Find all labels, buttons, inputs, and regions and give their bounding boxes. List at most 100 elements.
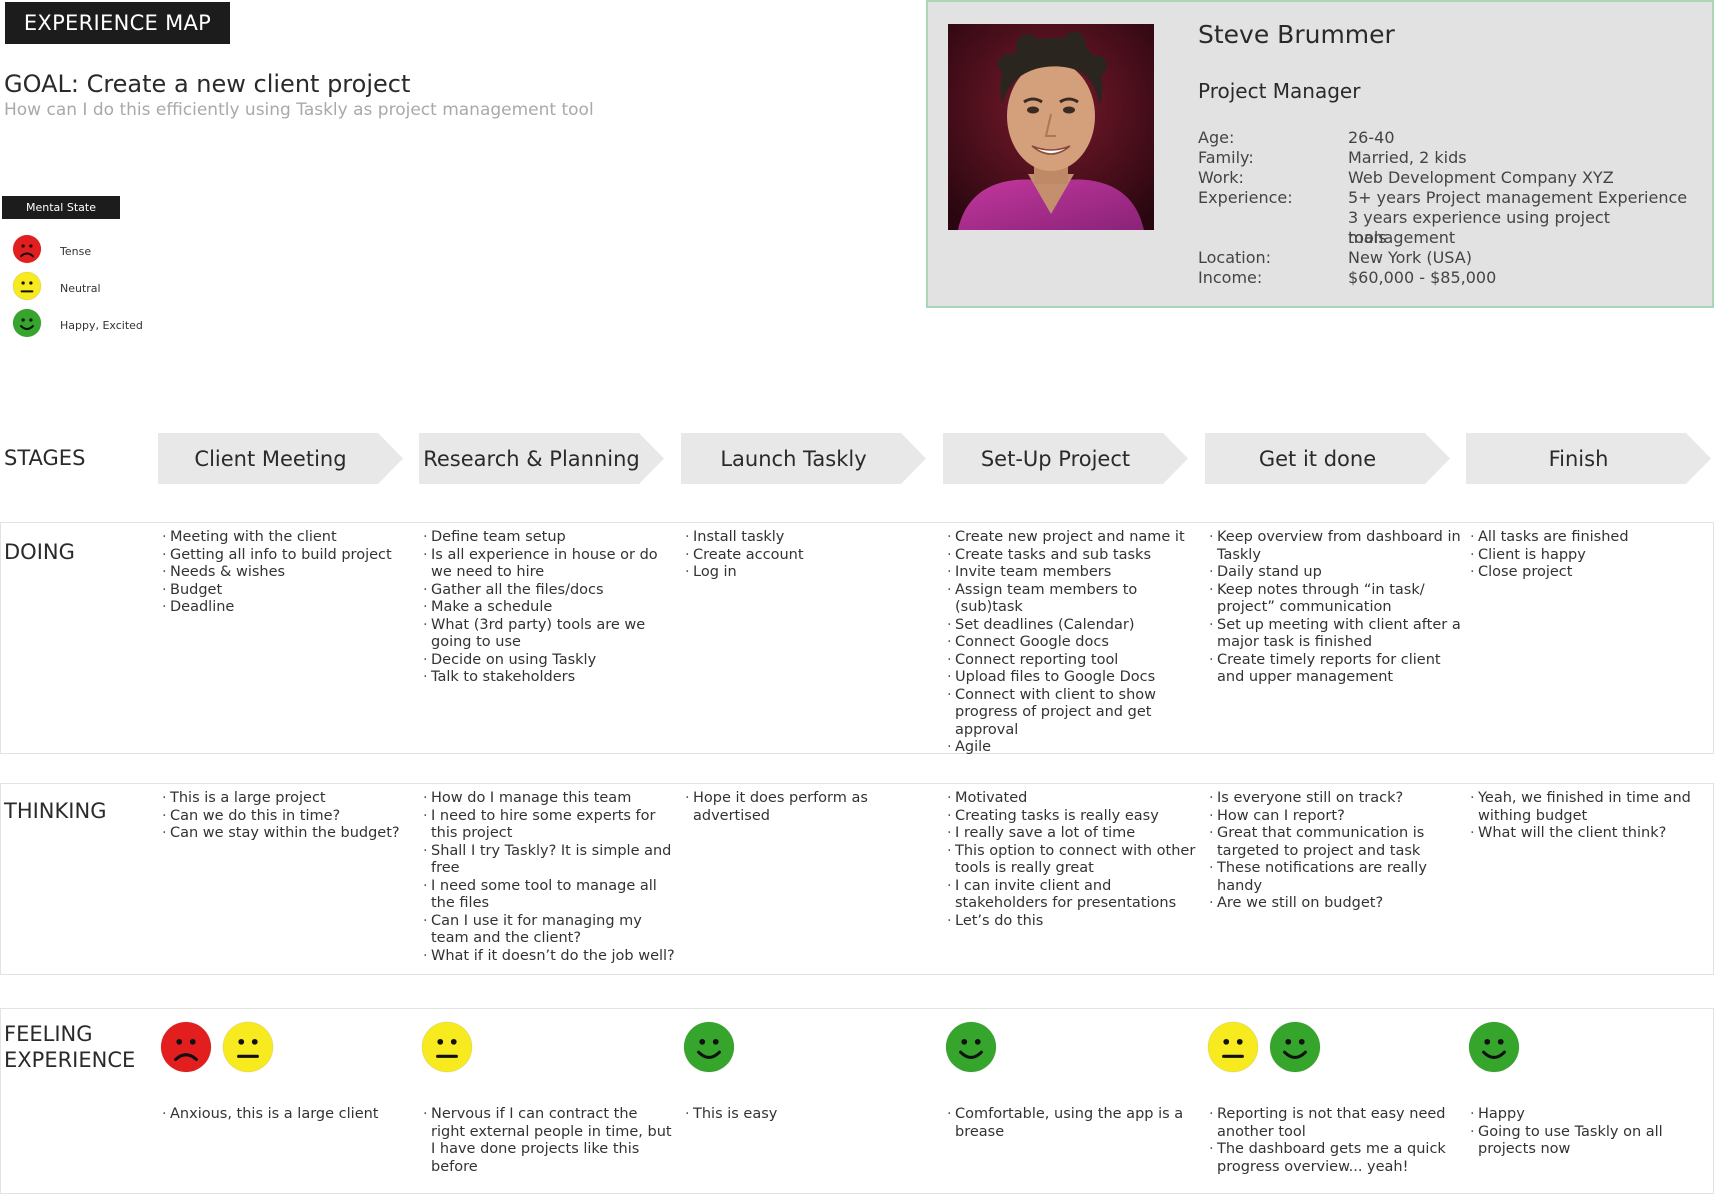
row-label-feeling-line2: EXPERIENCE xyxy=(4,1048,136,1072)
feeling-list: Nervous if I can contract the right exte… xyxy=(423,1106,675,1176)
legend-label: Tense xyxy=(60,244,92,258)
doing-list-item: Meeting with the client xyxy=(162,529,414,547)
sad-face-icon xyxy=(160,1021,212,1073)
feeling-list-item: This is easy xyxy=(685,1106,937,1124)
thinking-list: This is a large projectCan we do this in… xyxy=(162,790,414,843)
persona-info-label: Family: xyxy=(1198,148,1254,167)
goal-title: GOAL: Create a new client project xyxy=(4,70,411,98)
row-label-feeling: FEELING EXPERIENCE xyxy=(4,1021,135,1073)
neutral-face-icon xyxy=(222,1021,274,1073)
persona-card: Steve Brummer Project Manager Age: 26-40 F… xyxy=(926,0,1714,308)
row-label-feeling-line1: FEELING xyxy=(4,1022,93,1046)
persona-info-value: Married, 2 kids xyxy=(1348,148,1467,167)
row-label-stages: STAGES xyxy=(4,446,86,470)
persona-info-label: Age: xyxy=(1198,128,1235,147)
persona-info-value: Web Development Company XYZ xyxy=(1348,168,1614,187)
thinking-list-item: Are we still on budget? xyxy=(1209,895,1461,913)
doing-list-item: Decide on using Taskly xyxy=(423,652,675,670)
doing-list: Create new project and name itCreate tas… xyxy=(947,529,1199,757)
thinking-list-item: This option to connect with other tools … xyxy=(947,843,1199,878)
thinking-list-item: I need some tool to manage all the files xyxy=(423,878,675,913)
thinking-list: Is everyone still on track?How can I rep… xyxy=(1209,790,1461,913)
thinking-list-item: Hope it does perform as advertised xyxy=(685,790,937,825)
doing-list-item: Connect with client to show progress of … xyxy=(947,687,1199,740)
doing-list: Meeting with the clientGetting all info … xyxy=(162,529,414,617)
legend-item: Happy, Excited xyxy=(12,308,143,342)
doing-list: Install tasklyCreate accountLog in xyxy=(685,529,937,582)
persona-info-value: $60,000 - $85,000 xyxy=(1348,268,1497,287)
feeling-list-item: Reporting is not that easy need another … xyxy=(1209,1106,1461,1141)
thinking-list-item: Let’s do this xyxy=(947,913,1199,931)
doing-list-item: Is all experience in house or do we need… xyxy=(423,547,675,582)
feeling-list: This is easy xyxy=(685,1106,937,1124)
thinking-list: Hope it does perform as advertised xyxy=(685,790,937,825)
feeling-list: Reporting is not that easy need another … xyxy=(1209,1106,1461,1176)
stage-title: Get it done xyxy=(1258,446,1377,471)
thinking-list-item: Creating tasks is really easy xyxy=(947,808,1199,826)
thinking-list-item: Shall I try Taskly? It is simple and fre… xyxy=(423,843,675,878)
thinking-list-item: I need to hire some experts for this pro… xyxy=(423,808,675,843)
feeling-list-item: Comfortable, using the app is a brease xyxy=(947,1106,1199,1141)
stage-arrow: Get it done xyxy=(1205,433,1450,484)
doing-list-item: Set up meeting with client after a major… xyxy=(1209,617,1461,652)
doing-list-item: Create new project and name it xyxy=(947,529,1199,547)
stage-title: Launch Taskly xyxy=(720,446,867,471)
persona-info-value: tools xyxy=(1348,228,1387,247)
happy-face-icon xyxy=(683,1021,735,1073)
legend-item: Tense xyxy=(12,234,92,266)
persona-info-value: New York (USA) xyxy=(1348,248,1472,267)
stage-title: Research & Planning xyxy=(423,446,640,471)
neutral-face-icon xyxy=(12,271,42,305)
happy-face-icon xyxy=(1468,1021,1520,1073)
thinking-list: How do I manage this teamI need to hire … xyxy=(423,790,675,965)
feeling-list-item: Going to use Taskly on all projects now xyxy=(1470,1124,1716,1159)
thinking-list-item: Is everyone still on track? xyxy=(1209,790,1461,808)
doing-list-item: Upload files to Google Docs xyxy=(947,669,1199,687)
happy-face-icon xyxy=(1269,1021,1321,1073)
row-label-doing: DOING xyxy=(4,540,75,564)
thinking-list-item: Yeah, we finished in time and withing bu… xyxy=(1470,790,1716,825)
doing-list-item: Define team setup xyxy=(423,529,675,547)
feeling-list: HappyGoing to use Taskly on all projects… xyxy=(1470,1106,1716,1159)
thinking-list-item: These notifications are really handy xyxy=(1209,860,1461,895)
thinking-list-item: I really save a lot of time xyxy=(947,825,1199,843)
feeling-list-item: The dashboard gets me a quick progress o… xyxy=(1209,1141,1461,1176)
person-portrait-icon xyxy=(948,24,1154,230)
thinking-list-item: How do I manage this team xyxy=(423,790,675,808)
doing-list-item: Keep notes through “in task/ project” co… xyxy=(1209,582,1461,617)
doing-list-item: Needs & wishes xyxy=(162,564,414,582)
persona-info-value: 26-40 xyxy=(1348,128,1395,147)
doing-list-item: Getting all info to build project xyxy=(162,547,414,565)
persona-name: Steve Brummer xyxy=(1198,20,1395,49)
legend-title: Mental State xyxy=(2,196,120,219)
feeling-list: Comfortable, using the app is a brease xyxy=(947,1106,1199,1141)
neutral-face-icon xyxy=(1207,1021,1259,1073)
persona-info-label: Income: xyxy=(1198,268,1263,287)
persona-role: Project Manager xyxy=(1198,79,1361,103)
doing-list-item: All tasks are finished xyxy=(1470,529,1716,547)
stage-arrow: Finish xyxy=(1466,433,1711,484)
thinking-list-item: Can I use it for managing my team and th… xyxy=(423,913,675,948)
doing-list-item: Daily stand up xyxy=(1209,564,1461,582)
doing-list-item: Make a schedule xyxy=(423,599,675,617)
doing-list: All tasks are finishedClient is happyClo… xyxy=(1470,529,1716,582)
stage-arrow: Research & Planning xyxy=(419,433,664,484)
doing-list-item: Create tasks and sub tasks xyxy=(947,547,1199,565)
doing-list-item: Log in xyxy=(685,564,937,582)
thinking-list-item: What if it doesn’t do the job well? xyxy=(423,948,675,966)
doing-list-item: Close project xyxy=(1470,564,1716,582)
stage-arrow: Launch Taskly xyxy=(681,433,926,484)
doing-list-item: Create account xyxy=(685,547,937,565)
row-label-thinking: THINKING xyxy=(4,799,107,823)
thinking-list-item: Can we do this in time? xyxy=(162,808,414,826)
happy-face-icon xyxy=(12,308,42,342)
doing-list-item: Invite team members xyxy=(947,564,1199,582)
legend-label: Happy, Excited xyxy=(60,318,143,332)
stage-title: Finish xyxy=(1548,446,1609,471)
goal-subtitle: How can I do this efficiently using Task… xyxy=(4,100,594,120)
doing-list-item: Deadline xyxy=(162,599,414,617)
feeling-list-item: Nervous if I can contract the right exte… xyxy=(423,1106,675,1176)
doing-list-item: Connect reporting tool xyxy=(947,652,1199,670)
doing-list-item: Agile xyxy=(947,739,1199,757)
stage-title: Set-Up Project xyxy=(980,446,1131,471)
